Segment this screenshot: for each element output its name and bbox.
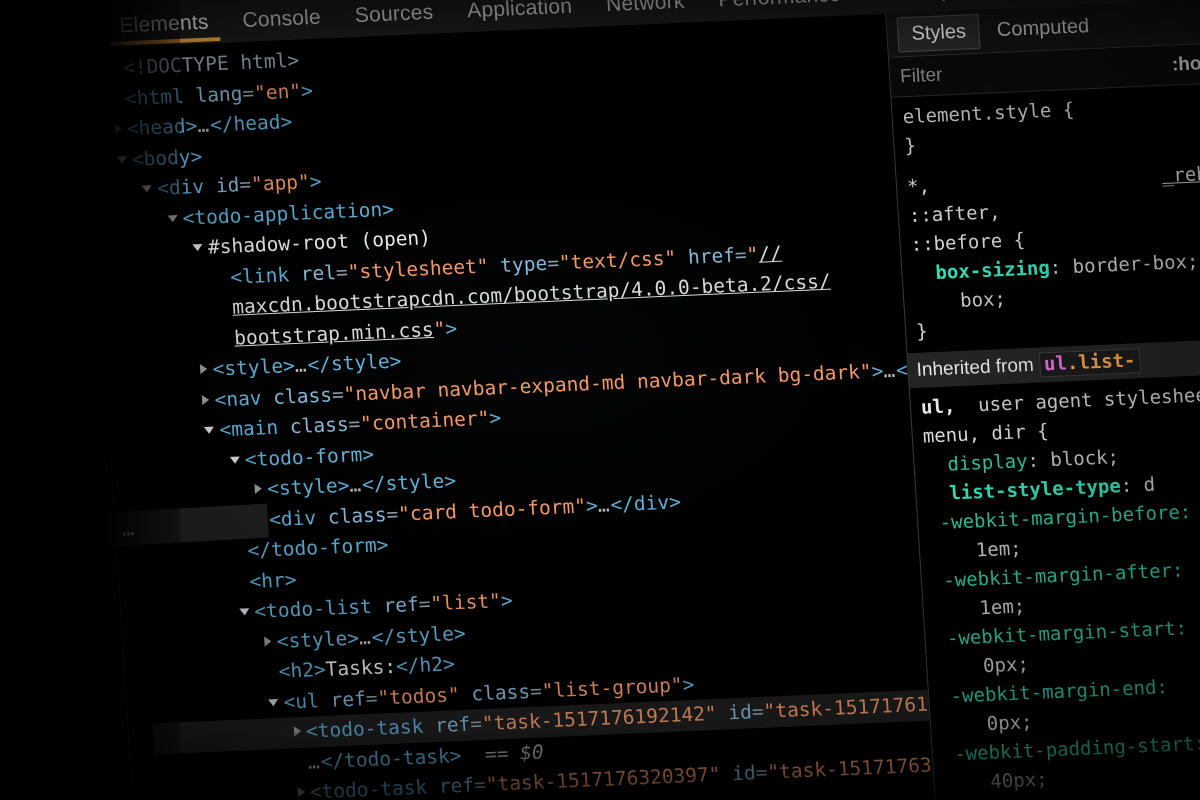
expand-arrow-icon[interactable] — [202, 394, 210, 405]
rule-reboot[interactable]: _reboot.s *, ::after, ::before { box-sizi… — [896, 151, 1200, 353]
tab-console[interactable]: Console — [225, 5, 339, 43]
devtools-panel: Elements Console Sources Application Net… — [81, 0, 1200, 800]
expand-arrow-icon[interactable] — [200, 363, 208, 375]
collapse-arrow-icon[interactable] — [229, 456, 241, 464]
expand-arrow-icon[interactable] — [293, 726, 302, 737]
tab-sources[interactable]: Sources — [337, 0, 451, 38]
tab-styles[interactable]: Styles — [896, 13, 982, 53]
collapse-arrow-icon[interactable] — [192, 243, 204, 252]
expand-arrow-icon[interactable] — [114, 123, 123, 134]
dom-tree[interactable]: <!DOCTYPE html> <html lang="en"> <head>…</… — [85, 13, 937, 800]
collapse-arrow-icon[interactable] — [268, 698, 279, 706]
rule-ul-user-agent[interactable]: ul, user agent stylesheet menu, dir { di… — [910, 372, 1200, 800]
expand-arrow-icon[interactable] — [254, 483, 263, 494]
expand-arrow-icon[interactable] — [297, 786, 306, 798]
styles-sidebar: Styles Computed Filter :hov .c element.s… — [885, 0, 1200, 800]
expand-arrow-icon[interactable] — [264, 635, 273, 647]
collapse-arrow-icon[interactable] — [204, 426, 215, 435]
collapse-arrow-icon[interactable] — [239, 608, 250, 616]
screenshot-root: u Elements Console Sources Application N… — [0, 0, 1200, 800]
collapse-arrow-icon[interactable] — [167, 214, 178, 222]
inherited-selector-chip[interactable]: ul.list- — [1038, 348, 1142, 378]
tab-elements[interactable]: Elements — [102, 10, 227, 48]
collapse-arrow-icon[interactable] — [116, 155, 128, 164]
hov-toggle[interactable]: :hov — [1171, 52, 1200, 76]
monitor-surface: u Elements Console Sources Application N… — [0, 0, 1200, 800]
collapse-arrow-icon[interactable] — [141, 185, 153, 193]
tab-computed[interactable]: Computed — [983, 10, 1103, 48]
filter-input[interactable]: Filter — [899, 55, 1148, 88]
